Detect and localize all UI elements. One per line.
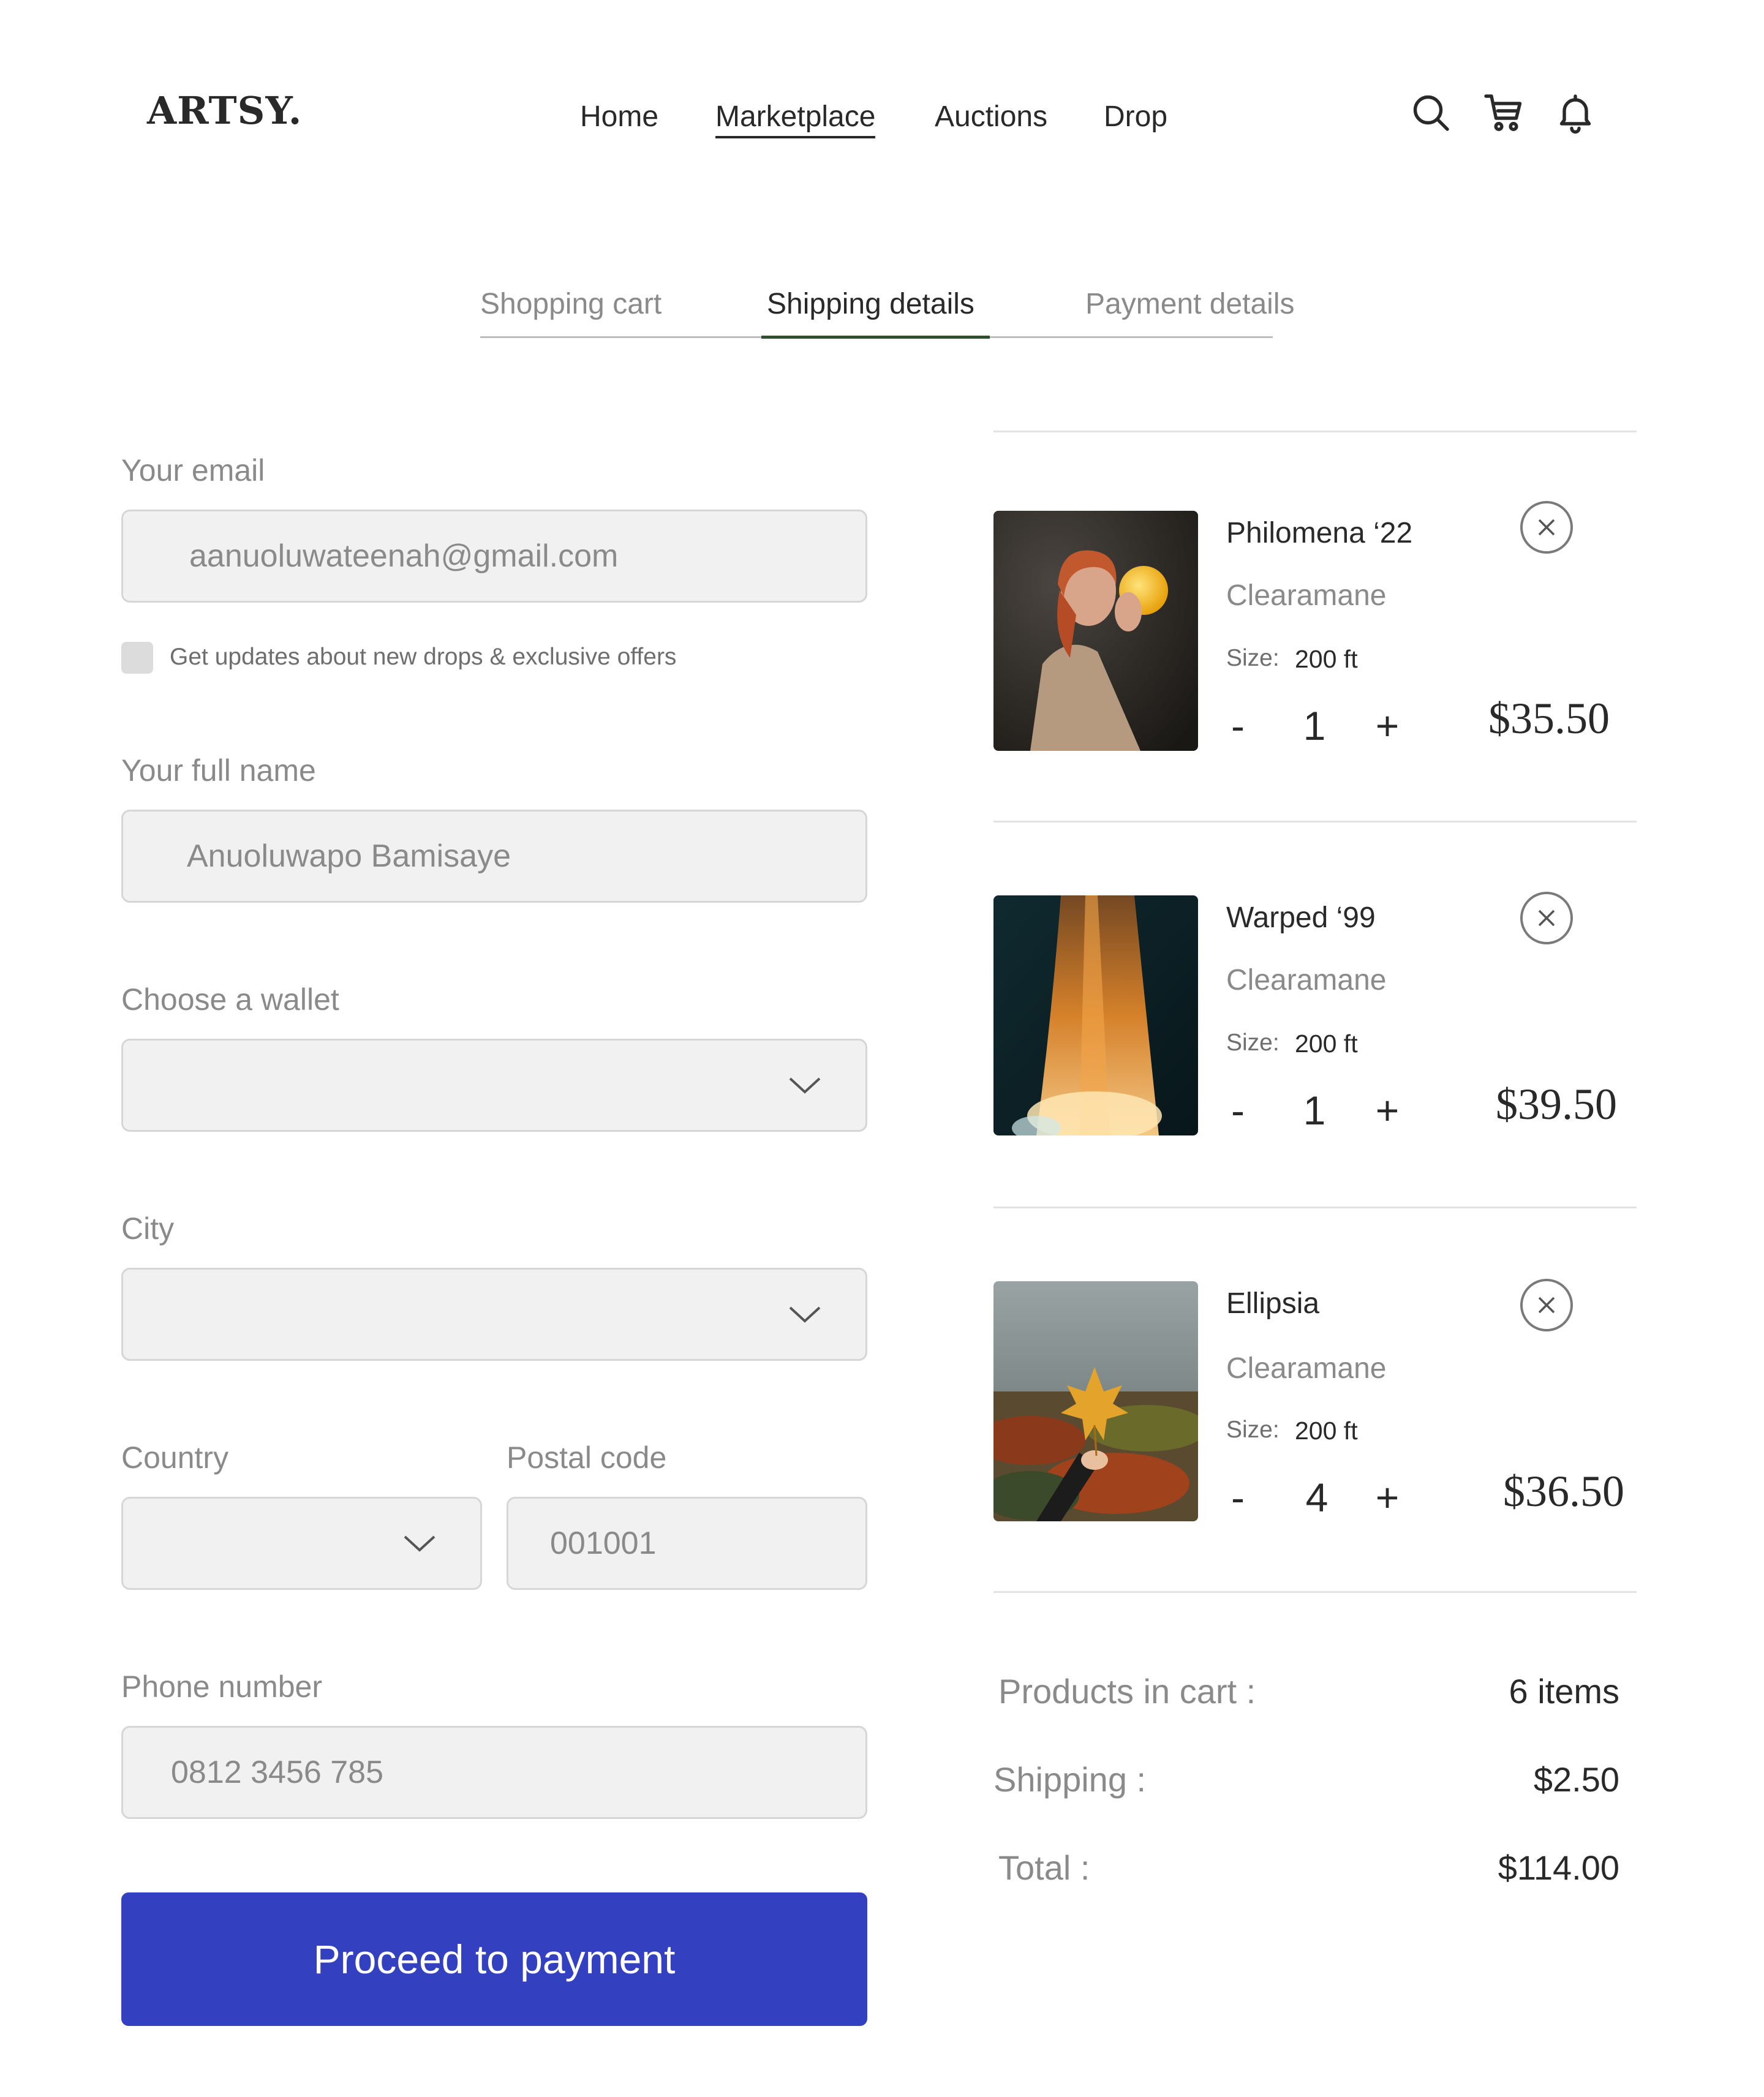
phone-value: 0812 3456 785	[171, 1755, 384, 1790]
close-icon	[1538, 909, 1555, 927]
tab-shopping-cart[interactable]: Shopping cart	[480, 287, 662, 322]
products-in-cart-label: Products in cart :	[998, 1672, 1256, 1711]
increment-button[interactable]: +	[1372, 706, 1403, 746]
logo[interactable]: ARTSY.	[147, 92, 302, 130]
email-field[interactable]: aanuoluwateenah@gmail.com	[121, 510, 867, 603]
total-value: $114.00	[1498, 1848, 1619, 1887]
nav-auctions[interactable]: Auctions	[935, 99, 1047, 135]
tab-shipping-details[interactable]: Shipping details	[767, 287, 974, 322]
increment-button[interactable]: +	[1372, 1090, 1403, 1131]
full-name-field[interactable]: Anuoluwapo Bamisaye	[121, 810, 867, 903]
cart-divider	[993, 821, 1637, 823]
proceed-to-payment-button[interactable]: Proceed to payment	[121, 1892, 867, 2026]
wallet-select[interactable]	[121, 1039, 867, 1132]
item-artist[interactable]: Clearamane	[1226, 578, 1386, 614]
bell-icon[interactable]	[1553, 91, 1597, 135]
increment-button[interactable]: +	[1372, 1477, 1403, 1518]
postal-code-label: Postal code	[507, 1440, 667, 1475]
item-size-value: 200 ft	[1295, 1030, 1358, 1058]
products-in-cart-value: 6 items	[1509, 1672, 1620, 1711]
item-name: Ellipsia	[1226, 1287, 1320, 1320]
quantity-value: 4	[1305, 1475, 1329, 1520]
wallet-label: Choose a wallet	[121, 982, 339, 1017]
item-size-label: Size:	[1226, 1417, 1280, 1443]
item-name: Philomena ‘22	[1226, 517, 1413, 549]
remove-item-button[interactable]	[1520, 892, 1573, 944]
postal-code-field[interactable]: 001001	[507, 1497, 867, 1590]
country-label: Country	[121, 1440, 229, 1475]
chevron-down-icon	[404, 1535, 435, 1552]
shipping-label: Shipping :	[993, 1760, 1147, 1799]
nav-marketplace[interactable]: Marketplace	[715, 99, 876, 138]
close-icon	[1538, 519, 1555, 536]
item-price: $39.50	[1496, 1080, 1617, 1129]
country-select[interactable]	[121, 1497, 482, 1590]
cart-divider	[993, 1591, 1637, 1593]
cart-divider	[993, 431, 1637, 432]
nav-home[interactable]: Home	[580, 99, 658, 135]
tab-payment-details[interactable]: Payment details	[1085, 287, 1295, 322]
item-price: $36.50	[1503, 1467, 1624, 1516]
email-value: aanuoluwateenah@gmail.com	[189, 538, 619, 574]
remove-item-button[interactable]	[1520, 501, 1573, 554]
item-size-value: 200 ft	[1295, 645, 1358, 673]
decrement-button[interactable]: -	[1223, 1090, 1253, 1131]
postal-code-value: 001001	[550, 1526, 657, 1561]
decrement-button[interactable]: -	[1223, 1477, 1253, 1518]
full-name-value: Anuoluwapo Bamisaye	[187, 838, 511, 874]
city-select[interactable]	[121, 1268, 867, 1361]
quantity-value: 1	[1303, 703, 1326, 748]
item-image-ellipsia	[993, 1281, 1198, 1521]
updates-checkbox[interactable]	[121, 642, 153, 674]
decrement-button[interactable]: -	[1223, 706, 1253, 746]
email-label: Your email	[121, 453, 265, 488]
active-step-indicator	[761, 336, 990, 339]
phone-field[interactable]: 0812 3456 785	[121, 1726, 867, 1819]
city-label: City	[121, 1211, 175, 1246]
item-artist[interactable]: Clearamane	[1226, 963, 1386, 998]
item-image-philomena	[993, 511, 1198, 751]
quantity-value: 1	[1303, 1088, 1326, 1133]
nav-drop[interactable]: Drop	[1104, 99, 1167, 135]
search-icon[interactable]	[1409, 91, 1453, 135]
item-size-label: Size:	[1226, 1030, 1280, 1056]
remove-item-button[interactable]	[1520, 1279, 1573, 1331]
cart-divider	[993, 1207, 1637, 1208]
updates-checkbox-label: Get updates about new drops & exclusive …	[170, 644, 677, 670]
item-image-warped	[993, 895, 1198, 1135]
close-icon	[1538, 1297, 1555, 1314]
item-artist[interactable]: Clearamane	[1226, 1351, 1386, 1387]
item-price: $35.50	[1488, 694, 1610, 743]
total-label: Total :	[998, 1848, 1090, 1887]
item-name: Warped ‘99	[1226, 902, 1376, 934]
phone-label: Phone number	[121, 1670, 323, 1704]
item-size-label: Size:	[1226, 645, 1280, 671]
item-size-value: 200 ft	[1295, 1417, 1358, 1445]
cart-icon[interactable]	[1482, 91, 1526, 135]
chevron-down-icon	[789, 1077, 821, 1094]
shipping-value: $2.50	[1533, 1760, 1619, 1799]
chevron-down-icon	[789, 1306, 821, 1323]
full-name-label: Your full name	[121, 753, 316, 788]
